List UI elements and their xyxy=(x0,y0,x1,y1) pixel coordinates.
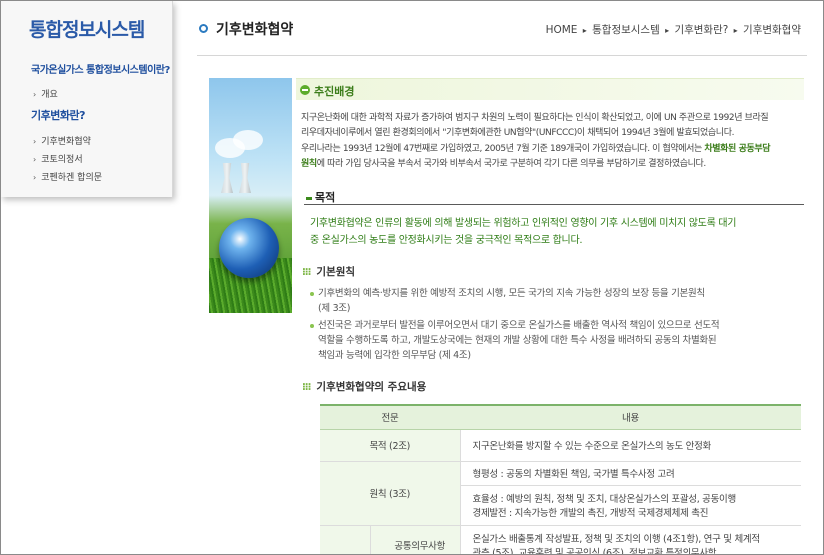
sidebar-item-label: 코펜하겐 합의문 xyxy=(41,173,103,183)
table-cell: 온실가스 배출통계 작성발표, 정책 및 조치의 이행 (4조1항), 연구 및… xyxy=(459,525,801,555)
principle-line: 기후변화의 예측·방지를 위한 예방적 조치의 시행, 모든 국가의 지속 가능… xyxy=(310,286,800,301)
table-cell: 형평성 : 공동의 차별화된 책임, 국가별 특수사정 고려 xyxy=(459,461,801,486)
breadcrumb-current: 기후변화협약 xyxy=(743,24,801,36)
table-cell-line: 관측 (5조), 교육훈련 및 공공인식 (6조), 정보교환 특정의무사항 xyxy=(472,548,717,555)
chevron-right-icon: › xyxy=(33,173,37,182)
paragraph-line: 우리나라는 1993년 12월에 47번째로 가입하였고, 2005년 7월 기… xyxy=(301,142,801,157)
section-header-background: 추진배경 xyxy=(296,78,804,100)
breadcrumb-climate[interactable]: 기후변화란? xyxy=(674,24,728,36)
dotted-grid-icon: ⁝⁝⁝ xyxy=(302,382,311,393)
table-cell: 효율성 : 예방의 원칙, 정책 및 조치, 대상온실가스의 포괄성, 공동이행… xyxy=(459,485,801,526)
purpose-divider xyxy=(304,204,804,205)
climate-globe-image xyxy=(209,78,292,313)
breadcrumb-system[interactable]: 통합정보시스템 xyxy=(592,24,660,36)
purpose-heading: 목적 xyxy=(306,189,335,205)
dotted-grid-icon: ⁝⁝⁝ xyxy=(302,267,311,278)
principle-item: 선진국은 과거로부터 발전을 이루어오면서 대기 중으로 온실가스를 배출한 역… xyxy=(310,318,800,363)
breadcrumb: HOME ▸ 통합정보시스템 ▸ 기후변화란? ▸ 기후변화협약 xyxy=(546,22,801,37)
table-cell-line: 효율성 : 예방의 원칙, 정책 및 조치, 대상온실가스의 포괄성, 공동이행 xyxy=(472,494,737,505)
cooling-tower-shape xyxy=(221,163,233,193)
purpose-line: 기후변화협약은 인류의 활동에 의해 발생되는 위험하고 인위적인 영향이 기후… xyxy=(310,218,737,229)
principles-heading: ⁝⁝⁝ 기본원칙 xyxy=(302,264,355,279)
paragraph-line: 지구온난화에 대한 과학적 자료가 증가하여 범지구 차원의 노력이 필요하다는… xyxy=(301,113,769,123)
globe-icon xyxy=(219,218,279,278)
table-cell-label: 목적 (2조) xyxy=(320,429,460,462)
sidebar: 통합정보시스템 국가온실가스 통합정보시스템이란? › 개요 기후변화란? › 기후… xyxy=(1,1,173,197)
sidebar-title: 통합정보시스템 xyxy=(29,19,145,41)
principle-line: 선진국은 과거로부터 발전을 이루어오면서 대기 중으로 온실가스를 배출한 역… xyxy=(310,318,800,333)
table-header-cell: 전문 xyxy=(320,404,460,430)
table-row: 원칙 (3조) 형평성 : 공동의 차별화된 책임, 국가별 특수사정 고려 xyxy=(320,461,801,526)
principles-heading-text: 기본원칙 xyxy=(316,266,356,278)
chevron-right-icon: › xyxy=(33,155,37,164)
purpose-heading-text: 목적 xyxy=(315,191,336,204)
title-bullet-icon xyxy=(199,24,208,33)
page-frame: 통합정보시스템 국가온실가스 통합정보시스템이란? › 개요 기후변화란? › 기후… xyxy=(0,0,824,555)
breadcrumb-home[interactable]: HOME xyxy=(546,24,578,36)
cell-divider xyxy=(370,525,371,554)
paragraph-text: 에 따라 가입 당사국을 부속서 국가와 비부속서 국가로 구분하여 각기 다른… xyxy=(316,159,706,169)
highlight-text: 원칙 xyxy=(301,159,317,169)
table-row: 공통의무사항 온실가스 배출통계 작성발표, 정책 및 조치의 이행 (4조1항… xyxy=(320,525,801,555)
principle-text: 선진국은 과거로부터 발전을 이루어오면서 대기 중으로 온실가스를 배출한 역… xyxy=(318,320,720,331)
principle-line: 역할을 수행하도록 하고, 개발도상국에는 현재의 개발 상황에 대한 특수 사… xyxy=(318,335,717,346)
background-paragraph-1: 지구온난화에 대한 과학적 자료가 증가하여 범지구 차원의 노력이 필요하다는… xyxy=(301,111,801,141)
chevron-right-icon: ▸ xyxy=(582,26,587,35)
obligation-label: 공통의무사항 xyxy=(394,541,446,552)
cooling-tower-shape xyxy=(239,163,251,193)
purpose-text: 기후변화협약은 인류의 활동에 의해 발생되는 위험하고 인위적인 영향이 기후… xyxy=(310,215,802,249)
collapse-icon[interactable] xyxy=(300,85,310,95)
sidebar-item-overview[interactable]: › 개요 xyxy=(33,87,58,100)
background-paragraph-2: 우리나라는 1993년 12월에 47번째로 가입하였고, 2005년 7월 기… xyxy=(301,142,801,172)
sidebar-item-label: 개요 xyxy=(41,90,58,100)
paragraph-line: 원칙에 따라 가입 당사국을 부속서 국가와 비부속서 국가로 구분하여 각기 … xyxy=(301,157,801,172)
sidebar-section-title[interactable]: 기후변화란? xyxy=(31,107,85,123)
chevron-right-icon: › xyxy=(33,137,37,146)
sidebar-intro-link[interactable]: 국가온실가스 통합정보시스템이란? xyxy=(31,61,170,76)
chevron-right-icon: ▸ xyxy=(665,26,670,35)
purpose-line: 중 온실가스의 농도를 안정화시키는 것을 궁극적인 목적으로 합니다. xyxy=(310,235,583,246)
bullet-icon xyxy=(310,323,314,328)
page-header: 기후변화협약 HOME ▸ 통합정보시스템 ▸ 기후변화란? ▸ 기후변화협약 xyxy=(176,1,823,59)
section-title: 추진배경 xyxy=(314,85,355,98)
table-header-row: 전문 내용 xyxy=(320,404,801,430)
chevron-right-icon: › xyxy=(33,90,37,99)
highlight-text: 차별화된 공동부담 xyxy=(704,144,771,154)
table-cell-label: 원칙 (3조) xyxy=(320,461,460,526)
page-title: 기후변화협약 xyxy=(216,22,294,38)
table-row: 목적 (2조) 지구온난화를 방지할 수 있는 수준으로 온실가스의 농도 안정… xyxy=(320,429,801,462)
table-cell-line: 온실가스 배출통계 작성발표, 정책 및 조치의 이행 (4조1항), 연구 및… xyxy=(472,534,761,545)
sidebar-item-label: 코토의정서 xyxy=(41,155,83,165)
sidebar-item-copenhagen-accord[interactable]: › 코펜하겐 합의문 xyxy=(33,170,102,183)
table-header-cell: 내용 xyxy=(460,404,801,430)
bullet-icon xyxy=(310,291,314,296)
sidebar-item-label: 기후변화협약 xyxy=(41,137,91,147)
principle-line: 책임과 능력에 입각한 의무부담 (제 4조) xyxy=(318,350,471,361)
principle-item: 기후변화의 예측·방지를 위한 예방적 조치의 시행, 모든 국가의 지속 가능… xyxy=(310,286,800,316)
principle-line: (제 3조) xyxy=(318,303,351,314)
table-cell-label: 공통의무사항 xyxy=(320,525,460,554)
chevron-right-icon: ▸ xyxy=(733,26,738,35)
sidebar-item-climate-convention[interactable]: › 기후변화협약 xyxy=(33,134,91,147)
paragraph-line: 리우데자네이루에서 열린 환경회의에서 "기후변화에관한 UN협약"(UNFCC… xyxy=(301,128,735,138)
header-divider xyxy=(197,55,807,56)
table-cell: 지구온난화를 방지할 수 있는 수준으로 온실가스의 농도 안정화 xyxy=(459,429,801,462)
sidebar-item-kyoto-protocol[interactable]: › 코토의정서 xyxy=(33,152,83,165)
main-contents-heading-text: 기후변화협약의 주요내용 xyxy=(316,381,427,393)
main-contents-table: 전문 내용 목적 (2조) 지구온난화를 방지할 수 있는 수준으로 온실가스의… xyxy=(320,404,801,555)
main-contents-heading: ⁝⁝⁝ 기후변화협약의 주요내용 xyxy=(302,379,426,394)
steam-shape xyxy=(233,130,263,150)
paragraph-text: 우리나라는 1993년 12월에 47번째로 가입하였고, 2005년 7월 기… xyxy=(301,144,705,154)
table-cell-line: 경제발전 : 지속가능한 개발의 촉진, 개방적 국제경제체제 촉진 xyxy=(472,508,709,519)
dash-icon xyxy=(306,196,312,200)
principle-text: 기후변화의 예측·방지를 위한 예방적 조치의 시행, 모든 국가의 지속 가능… xyxy=(318,288,705,299)
